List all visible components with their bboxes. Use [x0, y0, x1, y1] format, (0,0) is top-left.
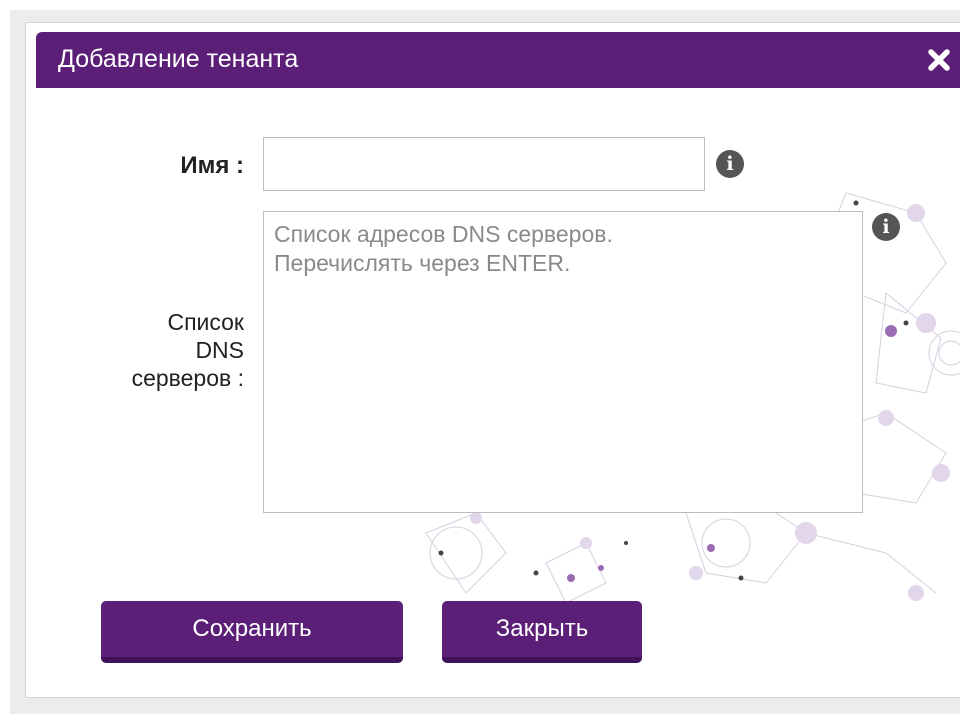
dns-label-line: серверов : — [131, 365, 244, 391]
dns-servers-textarea[interactable] — [263, 211, 863, 513]
dns-info-icon[interactable]: i — [872, 213, 900, 241]
close-button[interactable]: Закрыть — [442, 601, 642, 663]
add-tenant-dialog: Добавление тенанта Имя: i Список DNS се… — [25, 22, 960, 698]
name-label: Имя : — [180, 152, 244, 179]
dialog-titlebar: Добавление тенанта — [36, 32, 960, 88]
name-input[interactable] — [263, 137, 705, 191]
name-info-icon[interactable]: i — [716, 150, 744, 178]
dialog-title: Добавление тенанта — [58, 45, 299, 73]
save-button[interactable]: Сохранить — [101, 601, 403, 663]
dns-label-line: DNS — [195, 337, 244, 363]
dns-label: Список DNS серверов : — [66, 308, 244, 392]
close-icon[interactable] — [923, 44, 955, 76]
dns-label-line: Список — [167, 309, 244, 335]
